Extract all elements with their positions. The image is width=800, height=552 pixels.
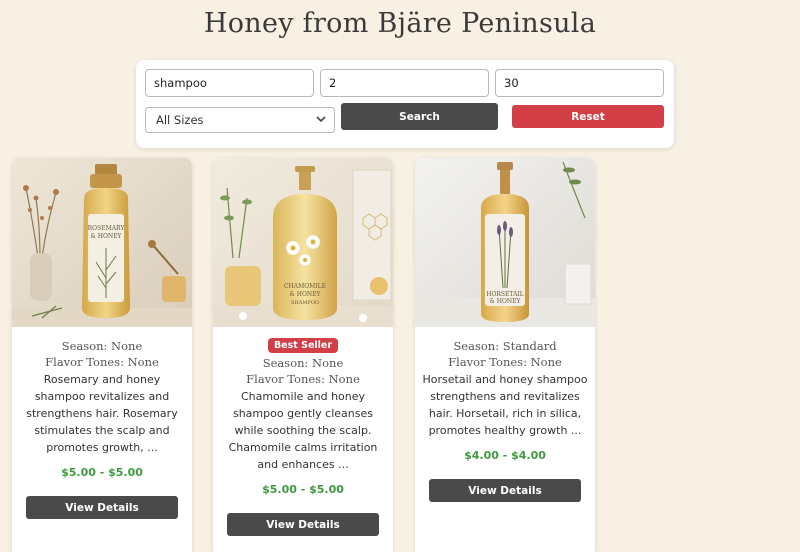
product-card: CHAMOMILE & HONEY SHAMPOO Best Seller Se… xyxy=(213,158,393,552)
size-select[interactable]: All Sizes xyxy=(145,107,335,133)
svg-text:& HONEY: & HONEY xyxy=(91,233,123,240)
svg-text:ROSEMARY: ROSEMARY xyxy=(88,225,126,232)
product-image-rosemary[interactable]: ROSEMARY & HONEY xyxy=(12,158,192,327)
product-card-body: Season: Standard Flavor Tones: None Hors… xyxy=(415,338,595,502)
product-description: Rosemary and honey shampoo revitalizes a… xyxy=(26,373,178,454)
chevron-down-icon xyxy=(316,115,326,126)
product-image-horsetail[interactable]: HORSETAIL & HONEY xyxy=(415,158,595,327)
svg-text:HORSETAIL: HORSETAIL xyxy=(486,291,524,298)
season-label: Season: Standard xyxy=(453,339,557,353)
product-price: $5.00 - $5.00 xyxy=(61,466,143,479)
product-card: ROSEMARY & HONEY Season: None Flavor Ton… xyxy=(12,158,192,552)
product-card-body: Season: None Flavor Tones: None Rosemary… xyxy=(12,338,192,519)
flavor-tones-label: Flavor Tones: None xyxy=(246,372,360,386)
view-details-button[interactable]: View Details xyxy=(26,496,178,519)
view-details-button[interactable]: View Details xyxy=(227,513,379,536)
product-price: $5.00 - $5.00 xyxy=(262,483,344,496)
svg-text:& HONEY: & HONEY xyxy=(290,291,322,298)
max-price-input[interactable] xyxy=(495,69,664,97)
season-label: Season: None xyxy=(262,356,344,370)
view-details-button[interactable]: View Details xyxy=(429,479,581,502)
season-label: Season: None xyxy=(61,339,143,353)
product-description: Horsetail and honey shampoo strengthens … xyxy=(422,373,588,437)
svg-text:& HONEY: & HONEY xyxy=(490,298,522,305)
product-image-chamomile[interactable]: CHAMOMILE & HONEY SHAMPOO xyxy=(213,158,393,327)
page-title: Honey from Bjäre Peninsula xyxy=(203,8,597,39)
search-button[interactable]: Search xyxy=(341,103,498,130)
keyword-input[interactable] xyxy=(145,69,314,97)
flavor-tones-label: Flavor Tones: None xyxy=(45,355,159,369)
product-description: Chamomile and honey shampoo gently clean… xyxy=(228,390,378,471)
size-select-value: All Sizes xyxy=(156,113,204,127)
search-panel: All Sizes Search Reset xyxy=(136,60,674,148)
flavor-tones-label: Flavor Tones: None xyxy=(448,355,562,369)
product-card-body: Best Seller Season: None Flavor Tones: N… xyxy=(213,338,393,536)
min-price-input[interactable] xyxy=(320,69,489,97)
product-card: HORSETAIL & HONEY Season: Standard Flavo… xyxy=(415,158,595,552)
product-price: $4.00 - $4.00 xyxy=(464,449,546,462)
reset-button[interactable]: Reset xyxy=(512,105,664,128)
svg-text:SHAMPOO: SHAMPOO xyxy=(291,300,319,306)
svg-text:CHAMOMILE: CHAMOMILE xyxy=(284,283,326,290)
best-seller-badge: Best Seller xyxy=(267,338,339,353)
